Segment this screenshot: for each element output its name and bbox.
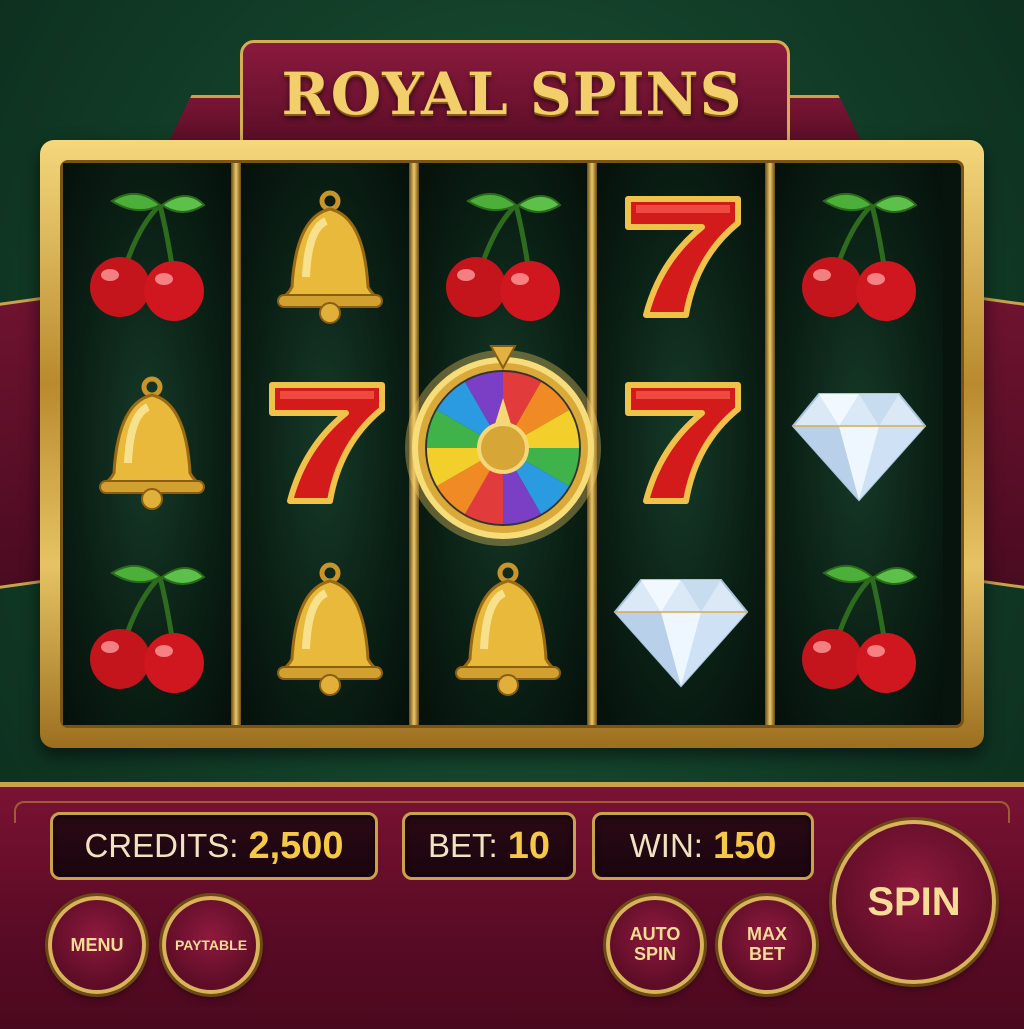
wheel-symbol [403,338,603,548]
diamond-icon [791,393,927,502]
menu-button[interactable]: MENU [48,896,146,994]
cherry-icon [90,565,206,693]
credits-display: CREDITS: 2,500 [50,812,378,880]
seven-icon [625,196,741,318]
reel-divider [231,163,241,725]
menu-button-label: MENU [70,934,124,955]
diamond-icon [613,579,749,688]
bell-symbol [255,187,395,327]
max-bet-label-2: BET [749,944,785,964]
cherry-icon [90,193,206,321]
bell-symbol [77,373,217,513]
paytable-button-label: PAYTABLE [174,937,248,953]
cherry-icon [446,193,562,321]
max-bet-button[interactable]: MAX BET [718,896,816,994]
win-value: 150 [712,824,777,867]
seven-icon [625,382,741,504]
auto-spin-button[interactable]: AUTO SPIN [606,896,704,994]
bell-icon [99,376,205,510]
reel-divider [765,163,775,725]
diamond-symbol [611,559,751,699]
bell-symbol [433,559,573,699]
seven-icon [269,382,385,504]
reel-frame [40,140,984,748]
spin-button[interactable]: SPIN [832,820,996,984]
seven-symbol [255,373,395,513]
bell-icon [277,190,383,324]
seven-symbol [611,373,751,513]
wheel-icon [405,345,601,546]
cherry-symbol [789,187,929,327]
cherry-icon [802,193,918,321]
bell-symbol [255,559,395,699]
cherry-symbol [789,559,929,699]
cherry-symbol [77,559,217,699]
credits-label: CREDITS: [84,827,239,864]
game-title: ROYAL SPINS [281,60,743,128]
paytable-button[interactable]: PAYTABLE [162,896,260,994]
bet-label: BET: [428,827,498,864]
cherry-icon [802,565,918,693]
diamond-symbol [789,373,929,513]
bet-value: 10 [507,824,550,867]
bell-icon [455,562,561,696]
reel-window [60,160,964,728]
auto-spin-label-2: SPIN [633,944,676,964]
cherry-symbol [433,187,573,327]
win-display: WIN: 150 [592,812,814,880]
credits-value: 2,500 [248,824,344,867]
seven-symbol [611,187,751,327]
bell-icon [277,562,383,696]
auto-spin-label-1: AUTO [629,924,681,945]
max-bet-label-1: MAX [747,924,787,945]
win-label: WIN: [629,827,703,864]
spin-button-label: SPIN [867,879,961,924]
bet-display: BET: 10 [402,812,576,880]
cherry-symbol [77,187,217,327]
